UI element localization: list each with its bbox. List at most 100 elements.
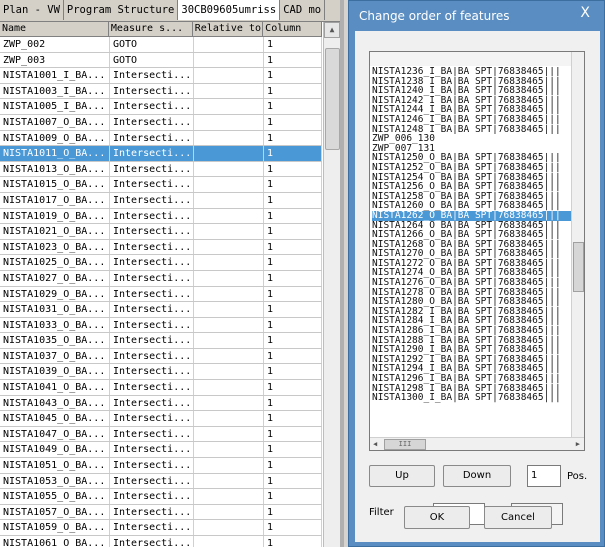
list-item[interactable]: NISTA1274_O_BA|BA SPT|76838465||| [372, 268, 574, 278]
list-item[interactable]: NISTA1248_I_BA|BA SPT|76838465||| [372, 125, 574, 135]
table-row[interactable]: NISTA1059_O_BA... Intersecti... 1 [0, 520, 322, 536]
table-row[interactable]: ZWP_002 GOTO 1 [0, 37, 322, 53]
scroll-right-arrow-icon[interactable]: ▶ [576, 440, 580, 448]
table-row[interactable]: NISTA1033_O_BA... Intersecti... 1 [0, 317, 322, 334]
list-item[interactable]: NISTA1292_I_BA|BA SPT|76838465||| [372, 355, 574, 365]
table-row[interactable]: NISTA1035_O_BA... Intersecti... 1 [0, 333, 322, 349]
table-row[interactable]: NISTA1049_O_BA... Intersecti... 1 [0, 442, 322, 459]
table-row[interactable]: NISTA1003_I_BA... Intersecti... 1 [0, 83, 322, 100]
grid-scroll-thumb[interactable] [325, 48, 340, 150]
list-item[interactable]: NISTA1280_O_BA|BA SPT|76838465||| [372, 297, 574, 307]
list-item[interactable]: NISTA1262_O_BA|BA SPT|76838465||| [372, 210, 574, 221]
up-button[interactable]: Up [369, 465, 435, 487]
table-row[interactable]: NISTA1023_O_BA... Intersecti... 1 [0, 239, 322, 256]
table-row[interactable]: NISTA1001_I_BA... Intersecti... 1 [0, 68, 322, 84]
close-icon[interactable]: X [580, 5, 590, 21]
table-row[interactable]: NISTA1037_O_BA... Intersecti... 1 [0, 348, 322, 365]
cancel-button[interactable]: Cancel [484, 506, 552, 529]
name-cell: NISTA1013_O_BA... [0, 161, 110, 177]
list-item[interactable]: NISTA1288_I_BA|BA SPT|76838465||| [372, 336, 574, 346]
list-item[interactable]: NISTA1286_I_BA|BA SPT|76838465||| [372, 326, 574, 336]
list-item[interactable]: NISTA1290_I_BA|BA SPT|76838465||| [372, 345, 574, 355]
list-item[interactable]: NISTA1258_O_BA|BA SPT|76838465||| [372, 192, 574, 202]
panel-splitter[interactable] [340, 0, 344, 547]
list-item[interactable]: ZWP_006_130 [372, 134, 574, 144]
table-row[interactable]: NISTA1019_O_BA... Intersecti... 1 [0, 208, 322, 225]
scroll-left-arrow-icon[interactable]: ◀ [373, 440, 377, 448]
feature-order-list[interactable]: NISTA1236_I_BA|BA SPT|76838465||| NISTA12… [369, 51, 585, 451]
list-item[interactable]: NISTA1276_O_BA|BA SPT|76838465||| [372, 278, 574, 288]
list-item[interactable]: NISTA1300_I_BA|BA SPT|76838465||| [372, 393, 574, 403]
table-row[interactable]: NISTA1007_O_BA... Intersecti... 1 [0, 114, 322, 131]
table-row[interactable]: NISTA1021_O_BA... Intersecti... 1 [0, 224, 322, 240]
column-header-relative[interactable]: Relative to [193, 22, 264, 36]
list-item[interactable]: NISTA1254_O_BA|BA SPT|76838465||| [372, 173, 574, 183]
list-item[interactable]: NISTA1238_I_BA|BA SPT|76838465||| [372, 77, 574, 87]
table-row[interactable]: NISTA1045_O_BA... Intersecti... 1 [0, 411, 322, 427]
table-row[interactable]: NISTA1015_O_BA... Intersecti... 1 [0, 177, 322, 193]
table-row[interactable]: NISTA1013_O_BA... Intersecti... 1 [0, 161, 322, 178]
table-row[interactable]: NISTA1031_O_BA... Intersecti... 1 [0, 302, 322, 318]
list-item[interactable]: NISTA1250_O_BA|BA SPT|76838465||| [372, 153, 574, 163]
table-row[interactable]: NISTA1039_O_BA... Intersecti... 1 [0, 364, 322, 381]
list-item[interactable]: NISTA1240_I_BA|BA SPT|76838465||| [372, 86, 574, 96]
list-item[interactable]: ZWP_007_131 [372, 144, 574, 154]
list-item[interactable]: NISTA1242_I_BA|BA SPT|76838465||| [372, 96, 574, 106]
table-row[interactable]: NISTA1029_O_BA... Intersecti... 1 [0, 286, 322, 303]
column-header-column[interactable]: Column [263, 22, 322, 36]
list-scroll-thumb[interactable] [573, 242, 584, 292]
grid-vertical-scrollbar[interactable]: ▲ [323, 22, 340, 547]
list-item[interactable]: NISTA1264_O_BA|BA SPT|76838465||| [372, 221, 574, 231]
table-row[interactable]: NISTA1011_O_BA... Intersecti... 1 [0, 146, 322, 162]
list-horizontal-scrollbar[interactable]: ◀ III ▶ [370, 437, 584, 450]
list-item[interactable]: NISTA1272_O_BA|BA SPT|76838465||| [372, 259, 574, 269]
list-item[interactable]: NISTA1284_I_BA|BA SPT|76838465||| [372, 316, 574, 326]
list-item[interactable]: NISTA1294_I_BA|BA SPT|76838465||| [372, 364, 574, 374]
table-row[interactable]: NISTA1025_O_BA... Intersecti... 1 [0, 255, 322, 271]
list-item[interactable]: NISTA1282_I_BA|BA SPT|76838465||| [372, 307, 574, 317]
list-vertical-scrollbar[interactable] [571, 52, 584, 438]
table-row[interactable]: NISTA1041_O_BA... Intersecti... 1 [0, 380, 322, 396]
list-item[interactable]: NISTA1246_I_BA|BA SPT|76838465||| [372, 115, 574, 125]
list-item[interactable]: NISTA1296_I_BA|BA SPT|76838465||| [372, 374, 574, 384]
table-row[interactable]: NISTA1053_O_BA... Intersecti... 1 [0, 473, 322, 490]
table-row[interactable]: NISTA1005_I_BA... Intersecti... 1 [0, 99, 322, 115]
column-cell: 1 [264, 208, 322, 224]
list-item[interactable]: NISTA1266_O_BA|BA SPT|76838465||| [372, 230, 574, 240]
measure-cell: GOTO [110, 37, 194, 52]
down-button[interactable]: Down [443, 465, 511, 487]
list-item[interactable]: NISTA1298_I_BA|BA SPT|76838465||| [372, 384, 574, 394]
list-item[interactable]: NISTA1244_I_BA|BA SPT|76838465||| [372, 105, 574, 115]
tab-umriss[interactable]: 30CB09605umriss [178, 0, 281, 20]
table-row[interactable]: NISTA1047_O_BA... Intersecti... 1 [0, 426, 322, 443]
name-cell: NISTA1053_O_BA... [0, 473, 110, 489]
column-header-name[interactable]: Name [0, 22, 109, 36]
list-item[interactable]: NISTA1270_O_BA|BA SPT|76838465||| [372, 249, 574, 259]
tab-plan[interactable]: Plan - VW [0, 0, 64, 20]
table-row[interactable]: NISTA1051_O_BA... Intersecti... 1 [0, 458, 322, 474]
table-row[interactable]: NISTA1027_O_BA... Intersecti... 1 [0, 270, 322, 287]
tab-program-structure[interactable]: Program Structure [64, 0, 179, 20]
relative-cell [194, 99, 264, 114]
list-item[interactable]: NISTA1252_O_BA|BA SPT|76838465||| [372, 163, 574, 173]
table-row[interactable]: NISTA1017_O_BA... Intersecti... 1 [0, 192, 322, 209]
list-item[interactable]: NISTA1268_O_BA|BA SPT|76838465||| [372, 240, 574, 250]
column-header-measure[interactable]: Measure s... [109, 22, 193, 36]
table-row[interactable]: NISTA1043_O_BA... Intersecti... 1 [0, 395, 322, 412]
tab-cad-model[interactable]: CAD mo [280, 0, 326, 20]
list-item[interactable]: NISTA1236_I_BA|BA SPT|76838465||| [372, 67, 574, 77]
table-row[interactable]: NISTA1057_O_BA... Intersecti... 1 [0, 504, 322, 521]
list-item[interactable]: NISTA1256_O_BA|BA SPT|76838465||| [372, 182, 574, 192]
list-hscroll-thumb[interactable]: III [384, 439, 426, 450]
column-cell: 1 [264, 317, 322, 333]
list-item[interactable]: NISTA1260_O_BA|BA SPT|76838465||| [372, 201, 574, 211]
scroll-up-arrow-icon[interactable]: ▲ [324, 22, 340, 38]
table-row[interactable]: NISTA1061_O_BA... Intersecti... 1 [0, 536, 322, 547]
table-row[interactable]: ZWP_003 GOTO 1 [0, 52, 322, 69]
list-item[interactable]: NISTA1278_O_BA|BA SPT|76838465||| [372, 288, 574, 298]
relative-cell [194, 52, 264, 68]
position-input[interactable]: 1 [527, 465, 561, 487]
table-row[interactable]: NISTA1009_O_BA... Intersecti... 1 [0, 130, 322, 147]
table-row[interactable]: NISTA1055_O_BA... Intersecti... 1 [0, 489, 322, 505]
ok-button[interactable]: OK [404, 506, 470, 529]
